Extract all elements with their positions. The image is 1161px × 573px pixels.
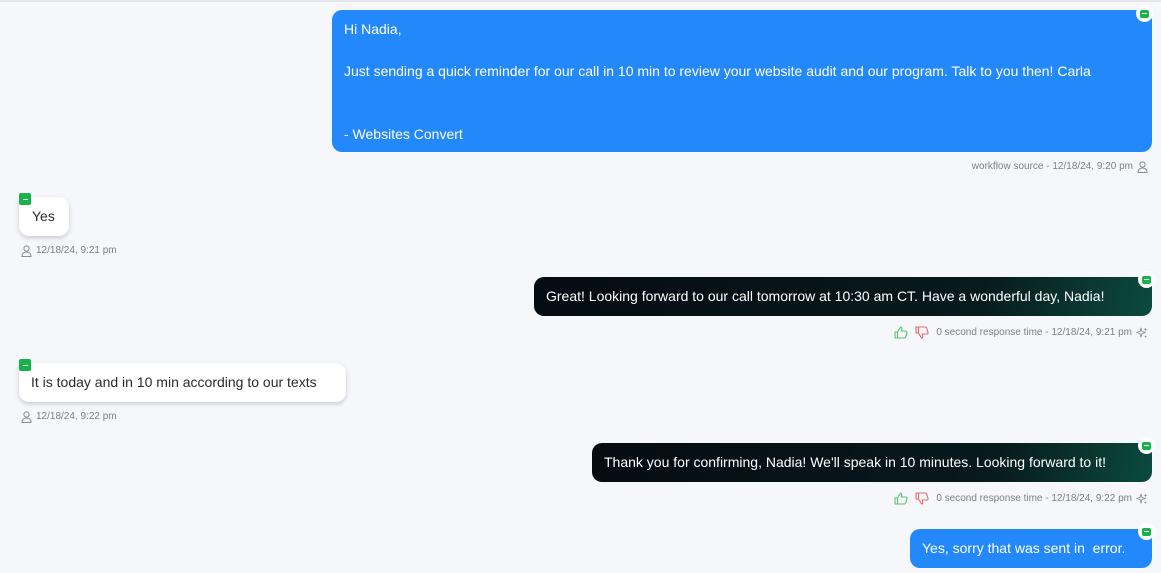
message-text: Yes, sorry that was sent in error. [922, 540, 1126, 556]
message-meta-text: 0 second response time - 12/18/24, 9:22 … [936, 492, 1132, 504]
sparkle-icon [1136, 493, 1148, 504]
message-bubble-ai[interactable]: Thank you for confirming, Nadia! We'll s… [592, 443, 1152, 482]
message-text: It is today and in 10 min according to o… [31, 374, 317, 390]
message-meta: workflow source - 12/18/24, 9:20 pm [972, 161, 1148, 173]
sms-channel-icon [1138, 523, 1155, 540]
sms-channel-icon [1136, 5, 1153, 22]
user-icon [21, 411, 32, 423]
message-bubble-ai[interactable]: Great! Looking forward to our call tomor… [534, 277, 1152, 316]
message-meta: 0 second response time - 12/18/24, 9:21 … [894, 326, 1148, 339]
message-meta-text: 0 second response time - 12/18/24, 9:21 … [936, 326, 1132, 338]
message-meta-text: 12/18/24, 9:21 pm [36, 245, 117, 256]
sms-channel-icon [19, 193, 31, 205]
user-icon [21, 245, 32, 257]
message-meta: 12/18/24, 9:21 pm [21, 245, 117, 257]
thumbs-down-icon[interactable] [915, 492, 929, 505]
message-text: Thank you for confirming, Nadia! We'll s… [604, 454, 1106, 470]
sparkle-icon [1136, 327, 1148, 338]
message-bubble-inbound[interactable]: It is today and in 10 min according to o… [19, 363, 346, 402]
message-text: Hi Nadia, Just sending a quick reminder … [344, 21, 1091, 142]
thumbs-up-icon[interactable] [894, 492, 908, 505]
message-bubble-outbound[interactable]: Hi Nadia, Just sending a quick reminder … [332, 10, 1152, 152]
message-meta-text: workflow source - 12/18/24, 9:20 pm [971, 161, 1133, 172]
sms-channel-icon [1138, 437, 1155, 454]
message-text: Yes [32, 208, 55, 224]
user-icon [1137, 161, 1148, 173]
thumbs-down-icon[interactable] [915, 326, 929, 339]
message-meta: 12/18/24, 9:22 pm [21, 411, 117, 423]
thumbs-up-icon[interactable] [894, 326, 908, 339]
sms-channel-icon [1138, 271, 1155, 288]
message-text: Great! Looking forward to our call tomor… [546, 288, 1105, 304]
message-meta: 0 second response time - 12/18/24, 9:22 … [894, 492, 1148, 505]
message-meta-text: 12/18/24, 9:22 pm [36, 411, 117, 422]
conversation-thread[interactable]: Hi Nadia, Just sending a quick reminder … [0, 0, 1161, 573]
message-bubble-outbound[interactable]: Yes, sorry that was sent in error. [910, 529, 1152, 568]
sms-channel-icon [19, 359, 31, 371]
